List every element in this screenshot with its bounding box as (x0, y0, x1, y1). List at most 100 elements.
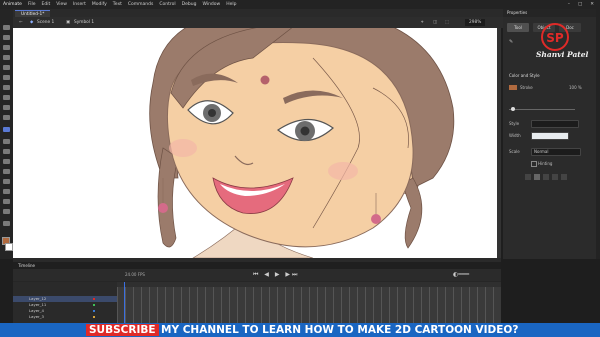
timeline-header: Timeline (13, 262, 501, 269)
style-label: Style (509, 121, 520, 126)
document-tabs: Untitled-1* (13, 9, 503, 18)
subscribe-label: SUBSCRIBE (86, 324, 159, 336)
pencil-tool-icon[interactable] (3, 115, 10, 120)
logo-name: Shanvi Patel (536, 50, 589, 59)
timeline-zoom-slider[interactable]: ◐━━━ (453, 271, 469, 278)
pen-tool-icon[interactable] (3, 65, 10, 70)
layer-color-icon (93, 316, 95, 318)
stroke-swatch[interactable] (509, 85, 517, 90)
channel-logo: SP (541, 23, 569, 51)
menu-help[interactable]: Help (223, 0, 239, 9)
text-tool-icon[interactable] (3, 75, 10, 80)
edit-bar: ← ◆ Scene 1 ▣ Symbol 1 ⌖ ◫ ⬚ 298% (13, 17, 503, 28)
join-button-1[interactable] (552, 174, 558, 180)
menu-view[interactable]: View (53, 0, 70, 9)
paint-bucket-tool-icon[interactable] (3, 159, 10, 164)
left-earring (158, 203, 168, 213)
frames-grid[interactable] (117, 282, 501, 323)
right-cheek (328, 162, 358, 180)
fill-color-swatch[interactable] (5, 243, 13, 251)
subscribe-banner: SUBSCRIBE MY CHANNEL TO LEARN HOW TO MAK… (0, 323, 600, 337)
lasso-tool-icon[interactable] (3, 55, 10, 60)
width-select[interactable] (531, 132, 569, 140)
size-slider[interactable] (509, 109, 575, 110)
oval-tool-icon[interactable] (3, 105, 10, 110)
eyedropper-tool-icon[interactable] (3, 169, 10, 174)
menu-bar: Animate File Edit View Insert Modify Tex… (0, 0, 600, 9)
width-label: Width (509, 133, 521, 138)
playback-controls[interactable]: ⏮ ◀ ▶ ▶⏭ (253, 271, 299, 279)
join-button-2[interactable] (561, 174, 567, 180)
hinting-label: Hinting (538, 161, 553, 166)
layers-list: Layer_12 Layer_11 Layer_4 Layer_3 (13, 282, 117, 323)
close-icon[interactable]: ✕ (590, 0, 594, 9)
menu-window[interactable]: Window (199, 0, 223, 9)
logo-initials: SP (546, 31, 564, 45)
menu-text[interactable]: Text (110, 0, 125, 9)
timeline-title: Timeline (18, 263, 36, 268)
layer-color-icon (93, 304, 95, 306)
zoom-select[interactable]: 298% (465, 19, 486, 26)
bindi (260, 75, 270, 85)
properties-title: Properties (503, 9, 600, 17)
subselection-tool-icon[interactable] (3, 35, 10, 40)
stage-vertical-scrollbar[interactable] (497, 28, 501, 258)
layer-color-icon (93, 298, 95, 300)
paint-brush-tool-icon[interactable] (3, 139, 10, 144)
edit-symbols-icon[interactable]: ⬚ (445, 17, 449, 28)
app-name: Animate (3, 2, 22, 7)
symbol-breadcrumb[interactable]: Symbol 1 (74, 17, 94, 28)
brush-icon: ✎ (509, 39, 514, 45)
brush-tool-icon[interactable] (3, 127, 10, 132)
left-pupil (208, 109, 216, 117)
playhead[interactable] (124, 282, 125, 323)
hinting-checkbox[interactable] (531, 161, 537, 167)
menu-commands[interactable]: Commands (125, 0, 156, 9)
layer-color-icon (93, 310, 95, 312)
clip-icon[interactable]: ◫ (433, 17, 437, 28)
banner-message: MY CHANNEL TO LEARN HOW TO MAKE 2D CARTO… (161, 324, 519, 336)
tab-tool[interactable]: Tool (507, 23, 529, 32)
layer-row[interactable]: Layer_3 (13, 314, 117, 320)
menu-debug[interactable]: Debug (179, 0, 200, 9)
stage-canvas[interactable] (13, 28, 501, 258)
fps-readout[interactable]: 24.00 FPS (125, 272, 145, 277)
right-pupil (300, 126, 310, 136)
menu-modify[interactable]: Modify (89, 0, 110, 9)
zoom-tool-icon[interactable] (3, 209, 10, 214)
frame-ruler[interactable] (117, 282, 501, 287)
stroke-label: Stroke (520, 85, 533, 90)
cap-button-2[interactable] (534, 174, 540, 180)
cap-button-3[interactable] (543, 174, 549, 180)
size-slider-handle[interactable] (511, 107, 515, 111)
scene-breadcrumb[interactable]: Scene 1 (37, 17, 54, 28)
scene-icon: ◆ (30, 20, 34, 25)
cap-button-1[interactable] (525, 174, 531, 180)
window-controls: – □ ✕ (568, 0, 600, 9)
menu-control[interactable]: Control (156, 0, 178, 9)
line-tool-icon[interactable] (3, 85, 10, 90)
transform-tool-icon[interactable] (3, 45, 10, 50)
maximize-icon[interactable]: □ (578, 0, 582, 9)
timeline-controls: 24.00 FPS ⏮ ◀ ▶ ▶⏭ ◐━━━ (13, 269, 501, 281)
camera-tool-icon[interactable] (3, 189, 10, 194)
eraser-tool-icon[interactable] (3, 179, 10, 184)
minimize-icon[interactable]: – (568, 0, 570, 9)
menu-edit[interactable]: Edit (39, 0, 54, 9)
stroke-opacity[interactable]: 100 % (569, 85, 582, 90)
selection-tool-icon[interactable] (3, 25, 10, 30)
rectangle-tool-icon[interactable] (3, 95, 10, 100)
scale-select[interactable]: Normal (531, 148, 581, 156)
character-artwork (149, 28, 455, 258)
menu-insert[interactable]: Insert (70, 0, 89, 9)
more-tools-icon[interactable] (3, 221, 10, 226)
hand-tool-icon[interactable] (3, 199, 10, 204)
style-select[interactable] (531, 120, 579, 128)
symbol-icon: ▣ (66, 20, 71, 25)
back-arrow-icon[interactable]: ← (19, 17, 23, 28)
bone-tool-icon[interactable] (3, 149, 10, 154)
menu-file[interactable]: File (25, 0, 39, 9)
scale-label: Scale (509, 149, 520, 154)
cap-join-buttons (525, 174, 567, 180)
align-stage-icon[interactable]: ⌖ (421, 17, 423, 28)
